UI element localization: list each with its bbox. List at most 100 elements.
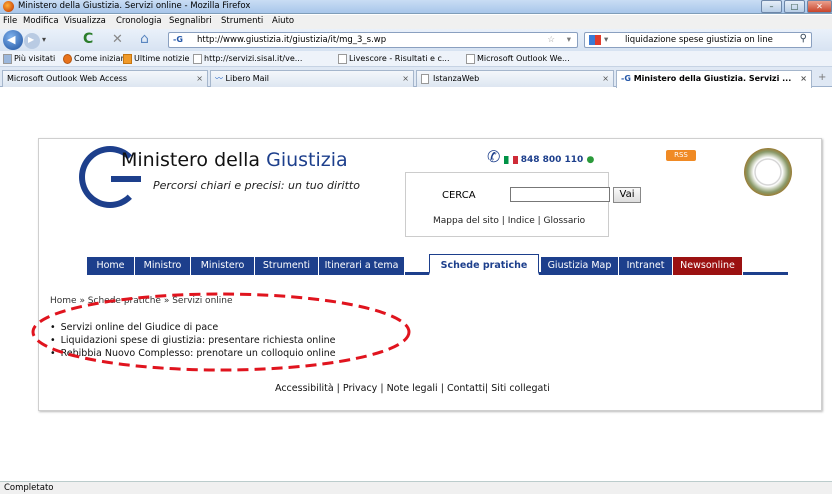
site-favicon-icon: -G bbox=[621, 74, 631, 83]
site-search-input[interactable] bbox=[510, 187, 610, 202]
search-label: CERCA bbox=[442, 190, 476, 201]
most-visited-icon bbox=[3, 54, 12, 64]
nav-itinerari[interactable]: Itinerari a tema bbox=[319, 257, 405, 275]
tab-istanzaweb[interactable]: IstanzaWeb × bbox=[416, 70, 614, 87]
bookmark-sisal[interactable]: http://servizi.sisal.it/ve... bbox=[204, 54, 302, 63]
tab-label: IstanzaWeb bbox=[433, 74, 480, 83]
navigation-toolbar: ◀ ▶ ▾ C ✕ ⌂ -G http://www.giustizia.it/g… bbox=[0, 29, 832, 51]
nav-giustizia-map[interactable]: Giustizia Map bbox=[541, 257, 619, 275]
window-title: Ministero della Giustizia. Servizi onlin… bbox=[18, 1, 251, 11]
rss-label: RSS bbox=[674, 151, 688, 159]
site-links: Mappa del sito | Indice | Glossario bbox=[433, 216, 586, 226]
url-bar[interactable]: -G http://www.giustizia.it/giustizia/it/… bbox=[168, 32, 578, 48]
tab-label: Ministero della Giustizia. Servizi ... bbox=[633, 74, 792, 83]
menu-visualizza[interactable]: Visualizza bbox=[64, 16, 106, 26]
nav-intranet[interactable]: Intranet bbox=[619, 257, 673, 275]
nav-schede-pratiche[interactable]: Schede pratiche bbox=[429, 254, 539, 275]
italian-flag-icon bbox=[503, 155, 518, 164]
site-title-highlight: Giustizia bbox=[266, 149, 348, 171]
close-window-button[interactable]: ✕ bbox=[807, 0, 832, 13]
bookmark-outlook[interactable]: Microsoft Outlook We... bbox=[477, 54, 570, 63]
minimize-button[interactable]: – bbox=[761, 0, 782, 13]
bookmark-latest-news[interactable]: Ultime notizie bbox=[134, 54, 189, 63]
status-bar: Completato bbox=[0, 481, 832, 494]
history-dropdown-icon[interactable]: ▾ bbox=[42, 35, 46, 44]
nav-home[interactable]: Home bbox=[87, 257, 135, 275]
site-title-main: Ministero della bbox=[121, 149, 267, 171]
search-text: liquidazione spese giustizia on line bbox=[625, 35, 773, 45]
stop-icon[interactable]: ✕ bbox=[112, 32, 123, 47]
page-icon bbox=[193, 54, 202, 64]
tab-label: Libero Mail bbox=[225, 74, 270, 83]
firefox-icon bbox=[3, 1, 14, 12]
phone-number-banner: ✆ 848 800 110 ● bbox=[487, 147, 594, 166]
footer-legal-link[interactable]: Note legali bbox=[387, 383, 438, 394]
phone-go-icon: ● bbox=[586, 155, 595, 165]
index-link[interactable]: Indice bbox=[508, 216, 535, 226]
firefox-bookmark-icon bbox=[63, 54, 72, 64]
menu-strumenti[interactable]: Strumenti bbox=[221, 16, 263, 26]
footer-contacts-link[interactable]: Contatti bbox=[447, 383, 485, 394]
search-engine-dropdown-icon[interactable]: ▾ bbox=[604, 33, 608, 47]
bookmark-star-icon[interactable]: ☆ bbox=[547, 33, 555, 47]
reload-icon[interactable]: C bbox=[83, 31, 93, 47]
menu-segnalibri[interactable]: Segnalibri bbox=[169, 16, 212, 26]
bookmarks-toolbar: Più visitati Come iniziare Ultime notizi… bbox=[0, 51, 832, 67]
tab-bar: Microsoft Outlook Web Access × 〰 Libero … bbox=[0, 67, 832, 88]
rss-button[interactable]: RSS bbox=[666, 150, 696, 161]
site-footer: Accessibilità | Privacy | Note legali | … bbox=[275, 383, 550, 394]
footer-related-sites-link[interactable]: Siti collegati bbox=[491, 383, 549, 394]
forward-arrow-icon: ▶ bbox=[28, 35, 35, 44]
bookmark-livescore[interactable]: Livescore - Risultati e c... bbox=[349, 54, 449, 63]
nav-newsonline[interactable]: Newsonline bbox=[673, 257, 743, 275]
glossary-link[interactable]: Glossario bbox=[544, 216, 586, 226]
title-bar: Ministero della Giustizia. Servizi onlin… bbox=[0, 0, 832, 14]
nav-ministro[interactable]: Ministro bbox=[135, 257, 191, 275]
home-icon[interactable]: ⌂ bbox=[140, 31, 149, 47]
tab-outlook[interactable]: Microsoft Outlook Web Access × bbox=[2, 70, 208, 87]
libero-icon: 〰 bbox=[215, 74, 223, 83]
close-tab-icon[interactable]: × bbox=[196, 71, 203, 86]
menu-bar: File Modifica Visualizza Cronologia Segn… bbox=[0, 15, 832, 29]
maximize-button[interactable]: □ bbox=[784, 0, 805, 13]
menu-modifica[interactable]: Modifica bbox=[23, 16, 59, 26]
bookmark-getting-started[interactable]: Come iniziare bbox=[74, 54, 129, 63]
menu-file[interactable]: File bbox=[3, 16, 17, 26]
site-tagline: Percorsi chiari e precisi: un tuo diritt… bbox=[153, 179, 360, 192]
nav-ministero[interactable]: Ministero bbox=[191, 257, 255, 275]
bookmark-most-visited[interactable]: Più visitati bbox=[14, 54, 55, 63]
back-button[interactable]: ◀ bbox=[3, 30, 23, 50]
annotation-ellipse bbox=[31, 292, 411, 372]
status-text: Completato bbox=[4, 483, 54, 493]
back-arrow-icon: ◀ bbox=[7, 33, 16, 46]
site-favicon-icon: -G bbox=[173, 35, 183, 44]
footer-accessibility-link[interactable]: Accessibilità bbox=[275, 383, 334, 394]
tab-libero-mail[interactable]: 〰 Libero Mail × bbox=[210, 70, 414, 87]
page-icon bbox=[466, 54, 475, 64]
search-go-button[interactable]: Vai bbox=[613, 187, 641, 203]
search-engine-icon[interactable] bbox=[589, 35, 601, 45]
phone-icon: ✆ bbox=[487, 147, 501, 166]
url-dropdown-icon[interactable]: ▾ bbox=[567, 33, 571, 47]
search-bar[interactable]: ▾ liquidazione spese giustizia on line ⚲ bbox=[584, 32, 812, 48]
menu-cronologia[interactable]: Cronologia bbox=[116, 16, 162, 26]
close-tab-icon[interactable]: × bbox=[602, 71, 609, 86]
page-icon bbox=[421, 74, 429, 84]
annotation-ellipse-shape bbox=[31, 292, 411, 372]
footer-privacy-link[interactable]: Privacy bbox=[343, 383, 377, 394]
menu-aiuto[interactable]: Aiuto bbox=[272, 16, 294, 26]
magnifier-icon[interactable]: ⚲ bbox=[800, 32, 807, 46]
close-tab-icon[interactable]: × bbox=[402, 71, 409, 86]
main-navigation: Home Ministro Ministero Strumenti Itiner… bbox=[87, 254, 788, 275]
italian-republic-emblem-icon bbox=[744, 148, 792, 196]
sitemap-link[interactable]: Mappa del sito bbox=[433, 216, 499, 226]
close-tab-icon[interactable]: × bbox=[800, 71, 807, 86]
tab-label: Microsoft Outlook Web Access bbox=[7, 74, 128, 83]
tab-ministero-giustizia[interactable]: -G Ministero della Giustizia. Servizi ..… bbox=[616, 70, 812, 88]
nav-strumenti[interactable]: Strumenti bbox=[255, 257, 319, 275]
page-icon bbox=[338, 54, 347, 64]
new-tab-icon[interactable]: + bbox=[818, 72, 826, 83]
url-text: http://www.giustizia.it/giustizia/it/mg_… bbox=[197, 35, 387, 45]
forward-button[interactable]: ▶ bbox=[24, 33, 40, 49]
rss-feed-icon bbox=[123, 54, 132, 64]
